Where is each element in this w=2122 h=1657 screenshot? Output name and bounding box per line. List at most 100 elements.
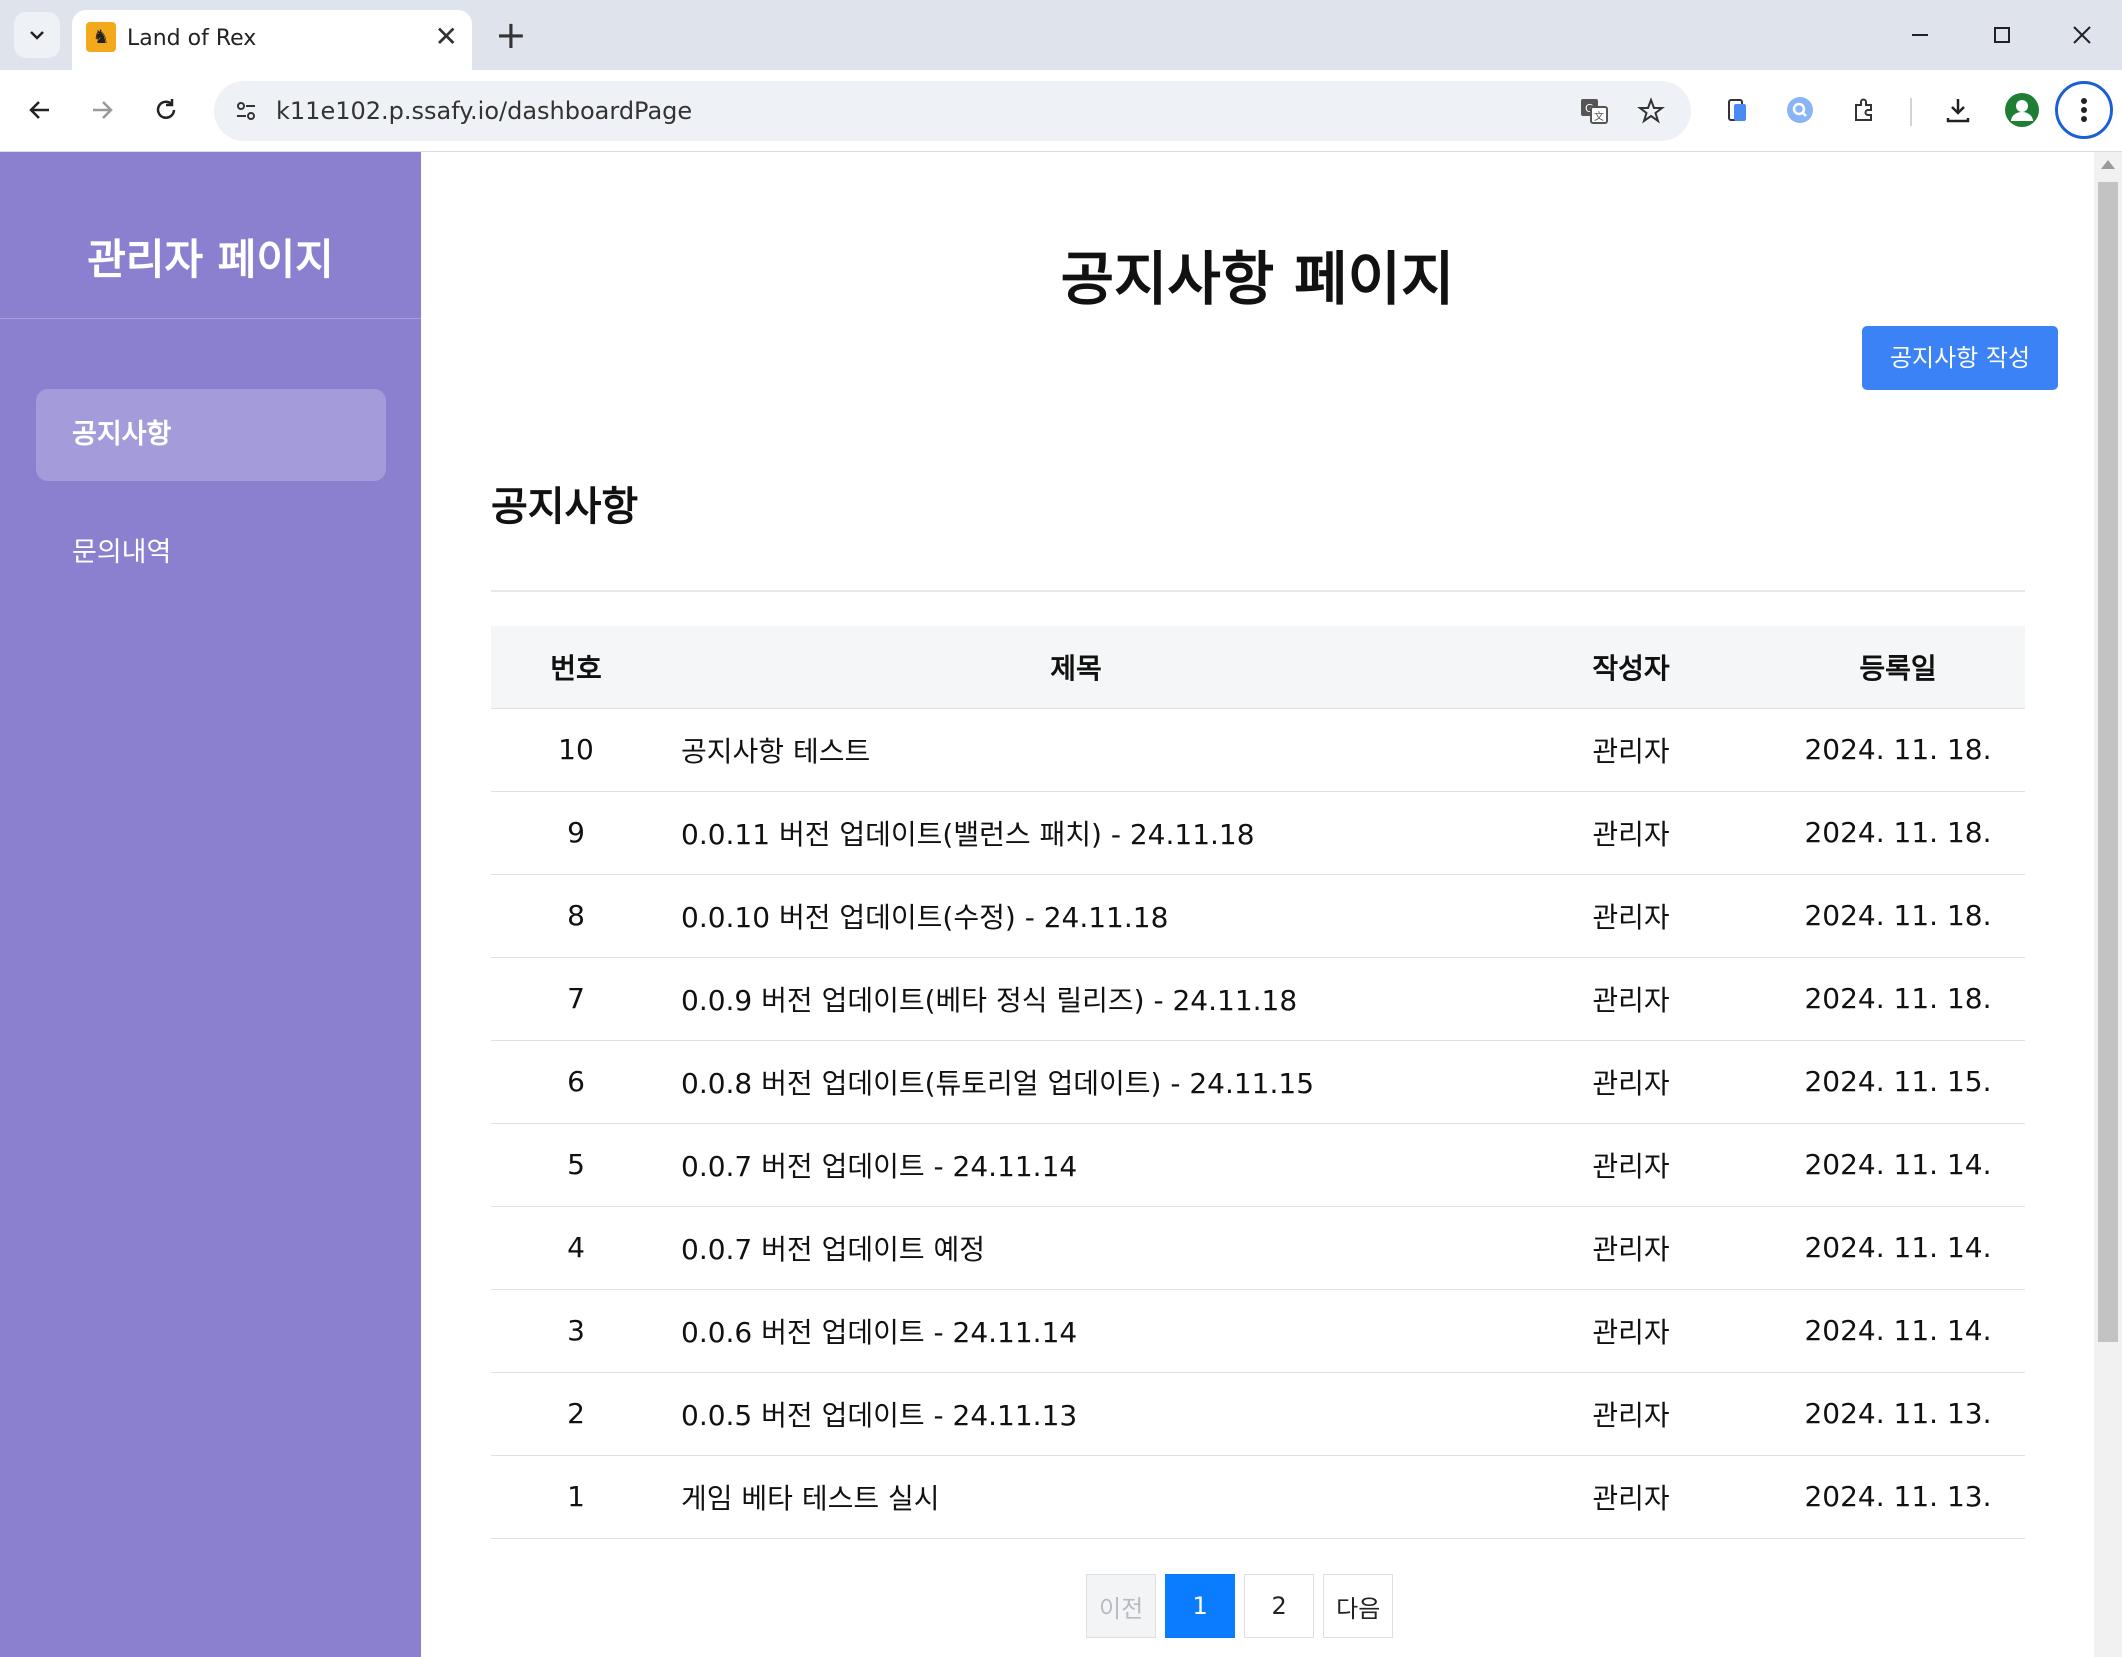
row-date: 2024. 11. 14. xyxy=(1771,1206,2025,1290)
browser-tab[interactable]: ♞ Land of Rex ✕ xyxy=(72,10,472,70)
svg-text:文: 文 xyxy=(1594,110,1604,123)
page-1-button[interactable]: 1 xyxy=(1165,1574,1236,1638)
prev-page-button[interactable]: 이전 xyxy=(1086,1574,1157,1638)
back-icon[interactable] xyxy=(14,84,66,136)
favicon-icon: ♞ xyxy=(86,22,116,52)
row-author: 관리자 xyxy=(1491,957,1771,1041)
row-number: 2 xyxy=(491,1372,661,1456)
scroll-up-arrow-icon[interactable] xyxy=(2101,160,2115,169)
row-title[interactable]: 게임 베타 테스트 실시 xyxy=(661,1455,1491,1539)
table-row[interactable]: 5 0.0.7 버전 업데이트 - 24.11.14 관리자 2024. 11. 14… xyxy=(491,1123,2025,1207)
table-row[interactable]: 2 0.0.5 버전 업데이트 - 24.11.13 관리자 2024. 11. 13… xyxy=(491,1372,2025,1456)
lens-icon[interactable] xyxy=(1774,84,1826,136)
row-author: 관리자 xyxy=(1491,1123,1771,1207)
table-row[interactable]: 10 공지사항 테스트 관리자 2024. 11. 18. xyxy=(491,708,2025,792)
row-author: 관리자 xyxy=(1491,1455,1771,1539)
sidebar-title: 관리자 페이지 xyxy=(87,235,334,284)
row-date: 2024. 11. 14. xyxy=(1771,1289,2025,1373)
row-number: 4 xyxy=(491,1206,661,1290)
row-title[interactable]: 0.0.7 버전 업데이트 예정 xyxy=(661,1206,1491,1290)
table-row[interactable]: 1 게임 베타 테스트 실시 관리자 2024. 11. 13. xyxy=(491,1455,2025,1539)
chevron-down-icon xyxy=(30,31,44,40)
row-date: 2024. 11. 18. xyxy=(1771,708,2025,792)
write-notice-button[interactable]: 공지사항 작성 xyxy=(1862,326,2058,390)
section-divider xyxy=(491,590,2025,592)
page-title: 공지사항 페이지 xyxy=(1060,245,1455,313)
admin-sidebar: 관리자 페이지 공지사항 문의내역 xyxy=(0,152,421,1657)
forward-icon[interactable] xyxy=(76,84,128,136)
row-author: 관리자 xyxy=(1491,1372,1771,1456)
header-date: 등록일 xyxy=(1771,626,2025,709)
table-header-row: 번호 제목 작성자 등록일 xyxy=(491,626,2025,709)
row-date: 2024. 11. 18. xyxy=(1771,957,2025,1041)
star-icon[interactable] xyxy=(1633,93,1669,129)
row-title[interactable]: 0.0.11 버전 업데이트(밸런스 패치) - 24.11.18 xyxy=(661,791,1491,875)
row-title[interactable]: 0.0.7 버전 업데이트 - 24.11.14 xyxy=(661,1123,1491,1207)
row-number: 3 xyxy=(491,1289,661,1373)
header-author: 작성자 xyxy=(1491,626,1771,709)
plus-icon[interactable]: + xyxy=(495,12,527,58)
table-row[interactable]: 8 0.0.10 버전 업데이트(수정) - 24.11.18 관리자 2024. 1… xyxy=(491,874,2025,958)
more-vertical-icon[interactable] xyxy=(2055,81,2113,139)
row-title[interactable]: 공지사항 테스트 xyxy=(661,708,1491,792)
extensions-icon[interactable] xyxy=(1838,84,1890,136)
main-content: 공지사항 페이지 공지사항 작성 공지사항 번호 제목 작성자 등록일 10 공지… xyxy=(421,152,2094,1657)
notice-table: 번호 제목 작성자 등록일 10 공지사항 테스트 관리자 2024. 11. 18.… xyxy=(491,626,2025,1539)
header-title: 제목 xyxy=(661,626,1491,709)
header-number: 번호 xyxy=(491,626,661,709)
sidebar-divider xyxy=(0,318,421,319)
table-row[interactable]: 7 0.0.9 버전 업데이트(베타 정식 릴리즈) - 24.11.18 관리자 2… xyxy=(491,957,2025,1041)
site-settings-icon[interactable] xyxy=(228,93,264,129)
minimize-icon[interactable] xyxy=(1890,12,1950,58)
download-icon[interactable] xyxy=(1932,84,1984,136)
table-row[interactable]: 9 0.0.11 버전 업데이트(밸런스 패치) - 24.11.18 관리자 202… xyxy=(491,791,2025,875)
reload-icon[interactable] xyxy=(140,84,192,136)
sidebar-item-notices[interactable]: 공지사항 xyxy=(36,389,386,481)
row-author: 관리자 xyxy=(1491,1040,1771,1124)
table-row[interactable]: 6 0.0.8 버전 업데이트(튜토리얼 업데이트) - 24.11.15 관리자 2… xyxy=(491,1040,2025,1124)
tab-search-button[interactable] xyxy=(14,12,60,58)
row-number: 6 xyxy=(491,1040,661,1124)
close-window-icon[interactable] xyxy=(2052,12,2112,58)
row-author: 관리자 xyxy=(1491,791,1771,875)
table-row[interactable]: 3 0.0.6 버전 업데이트 - 24.11.14 관리자 2024. 11. 14… xyxy=(491,1289,2025,1373)
row-title[interactable]: 0.0.9 버전 업데이트(베타 정식 릴리즈) - 24.11.18 xyxy=(661,957,1491,1041)
row-date: 2024. 11. 13. xyxy=(1771,1372,2025,1456)
row-author: 관리자 xyxy=(1491,1289,1771,1373)
vertical-scrollbar[interactable] xyxy=(2094,152,2122,1657)
row-number: 8 xyxy=(491,874,661,958)
toolbar-divider xyxy=(1910,98,1912,126)
row-date: 2024. 11. 18. xyxy=(1771,791,2025,875)
sidebar-item-inquiries[interactable]: 문의내역 xyxy=(36,507,386,599)
profile-icon[interactable] xyxy=(1996,84,2048,136)
tab-strip: ♞ Land of Rex ✕ + xyxy=(0,0,2122,70)
row-title[interactable]: 0.0.10 버전 업데이트(수정) - 24.11.18 xyxy=(661,874,1491,958)
notice-rows: 10 공지사항 테스트 관리자 2024. 11. 18. 9 0.0.11 버전 업데이… xyxy=(491,708,2025,1539)
row-title[interactable]: 0.0.6 버전 업데이트 - 24.11.14 xyxy=(661,1289,1491,1373)
url-text: k11e102.p.ssafy.io/dashboardPage xyxy=(276,97,693,125)
row-number: 5 xyxy=(491,1123,661,1207)
row-number: 10 xyxy=(491,708,661,792)
row-title[interactable]: 0.0.8 버전 업데이트(튜토리얼 업데이트) - 24.11.15 xyxy=(661,1040,1491,1124)
page-2-button[interactable]: 2 xyxy=(1244,1574,1315,1638)
pagination: 이전 1 2 다음 xyxy=(1086,1574,1394,1638)
row-number: 9 xyxy=(491,791,661,875)
address-bar[interactable]: k11e102.p.ssafy.io/dashboardPage G文 xyxy=(214,81,1691,141)
row-number: 7 xyxy=(491,957,661,1041)
row-date: 2024. 11. 14. xyxy=(1771,1123,2025,1207)
scrollbar-thumb[interactable] xyxy=(2098,182,2118,1342)
phone-icon[interactable] xyxy=(1712,84,1764,136)
row-title[interactable]: 0.0.5 버전 업데이트 - 24.11.13 xyxy=(661,1372,1491,1456)
row-author: 관리자 xyxy=(1491,874,1771,958)
row-number: 1 xyxy=(491,1455,661,1539)
tab-title: Land of Rex xyxy=(127,26,257,51)
translate-icon[interactable]: G文 xyxy=(1576,93,1612,129)
browser-toolbar: k11e102.p.ssafy.io/dashboardPage G文 xyxy=(0,70,2122,152)
maximize-icon[interactable] xyxy=(1972,12,2032,58)
row-date: 2024. 11. 15. xyxy=(1771,1040,2025,1124)
next-page-button[interactable]: 다음 xyxy=(1323,1574,1394,1638)
close-icon[interactable]: ✕ xyxy=(435,20,458,54)
section-title: 공지사항 xyxy=(491,484,639,530)
table-row[interactable]: 4 0.0.7 버전 업데이트 예정 관리자 2024. 11. 14. xyxy=(491,1206,2025,1290)
row-date: 2024. 11. 18. xyxy=(1771,874,2025,958)
